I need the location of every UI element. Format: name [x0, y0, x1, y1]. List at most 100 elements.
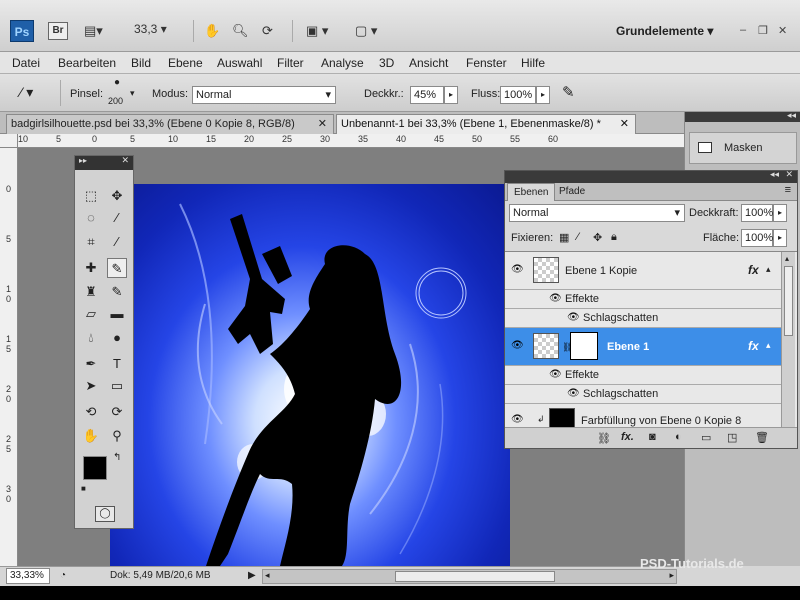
ruler-origin[interactable]: [0, 134, 18, 148]
visibility-eye-icon[interactable]: 👁︎: [549, 293, 562, 304]
scrollbar-thumb[interactable]: [395, 571, 555, 582]
layer-row-ebene-1-kopie[interactable]: 👁︎ Ebene 1 Kopie fx ▴: [505, 252, 781, 290]
healing-brush-tool-icon[interactable]: ✚: [81, 258, 101, 278]
scroll-up-icon[interactable]: ▴: [785, 254, 789, 263]
close-icon[interactable]: ✕: [785, 169, 793, 180]
swap-colors-icon[interactable]: ↰: [113, 452, 121, 463]
restore-button[interactable]: ❐: [758, 24, 768, 37]
marquee-tool-icon[interactable]: ⬚: [81, 186, 101, 206]
scroll-left-icon[interactable]: ◂: [265, 570, 270, 581]
close-window-button[interactable]: ✕: [778, 24, 787, 37]
visibility-eye-icon[interactable]: 👁︎: [567, 388, 580, 399]
visibility-eye-icon[interactable]: 👁︎: [511, 340, 524, 351]
eraser-tool-icon[interactable]: ▱: [81, 304, 101, 324]
tab-ebenen[interactable]: Ebenen: [507, 183, 556, 201]
foreground-color-swatch[interactable]: [83, 456, 107, 480]
horizontal-ruler[interactable]: 10 5 0 5 10 15 20 25 30 35 40 45 50 55 6…: [18, 134, 684, 148]
magic-wand-tool-icon[interactable]: ⁄: [107, 208, 127, 228]
blur-tool-icon[interactable]: 💧︎: [81, 328, 101, 348]
trash-icon[interactable]: 🗑︎: [755, 431, 769, 444]
fill-input[interactable]: 100%: [741, 229, 773, 247]
rotate-view-icon[interactable]: ⟳: [262, 22, 273, 40]
expand-dock-icon[interactable]: ◂◂: [787, 110, 796, 121]
masks-panel-button[interactable]: Masken: [689, 132, 797, 164]
arrange-documents-icon[interactable]: ▣ ▾: [306, 22, 328, 40]
opacity-input[interactable]: 45%: [410, 86, 444, 104]
default-colors-icon[interactable]: ■: [81, 484, 86, 493]
effect-row-drop-shadow[interactable]: 👁︎ Schlagschatten: [505, 385, 781, 404]
mode-select[interactable]: Normal ▾: [192, 86, 336, 104]
document-image[interactable]: [110, 184, 510, 566]
effects-row[interactable]: 👁︎ Effekte: [505, 366, 781, 385]
layer-mask-thumbnail[interactable]: [570, 332, 598, 360]
screen-mode-icon[interactable]: ▢ ▾: [355, 22, 377, 40]
layers-panel-header[interactable]: ◂◂ ✕: [505, 169, 797, 183]
add-layer-style-button[interactable]: fx.: [621, 431, 634, 443]
flow-slider-button[interactable]: ▸: [536, 86, 550, 104]
rectangle-tool-icon[interactable]: ▭: [107, 376, 127, 396]
opacity-slider-button[interactable]: ▸: [773, 204, 787, 222]
close-icon[interactable]: ✕: [620, 115, 629, 133]
lock-transparency-icon[interactable]: ▦: [559, 231, 569, 244]
airbrush-icon[interactable]: ✎: [562, 83, 575, 101]
brush-tool-preset-icon[interactable]: ⁄ ▾: [20, 84, 33, 101]
gradient-tool-icon[interactable]: ▬: [107, 304, 127, 324]
brush-preview-icon[interactable]: ●: [110, 77, 124, 88]
panel-menu-icon[interactable]: ≡: [785, 184, 791, 196]
lock-pixels-icon[interactable]: ⁄: [577, 231, 579, 243]
close-icon[interactable]: ✕: [121, 155, 129, 166]
layer-row-ebene-1[interactable]: 👁︎ ⛓ Ebene 1 fx ▴: [505, 328, 781, 366]
link-layers-icon[interactable]: ⛓: [597, 432, 611, 445]
hand-tool-icon[interactable]: ✋: [204, 22, 220, 40]
tab-pfade[interactable]: Pfade: [553, 183, 591, 201]
3d-rotate-tool-icon[interactable]: ⟲: [81, 402, 101, 422]
type-tool-icon[interactable]: T: [107, 354, 127, 374]
dodge-tool-icon[interactable]: ●: [107, 328, 127, 348]
move-tool-icon[interactable]: ✥: [107, 186, 127, 206]
status-menu-arrow-icon[interactable]: ▶: [248, 570, 256, 581]
scrollbar-thumb[interactable]: [784, 266, 793, 336]
tab-badgirlsilhouette[interactable]: badgirlsilhouette.psd bei 33,3% (Ebene 0…: [6, 114, 334, 134]
menu-3d[interactable]: 3D: [379, 56, 394, 70]
eyedropper-tool-icon[interactable]: ⁄: [107, 232, 127, 252]
effects-row[interactable]: 👁︎ Effekte: [505, 290, 781, 309]
tools-panel-header[interactable]: ▸▸ ✕: [75, 155, 133, 170]
menu-fenster[interactable]: Fenster: [466, 56, 507, 70]
menu-datei[interactable]: Datei: [12, 56, 40, 70]
adjustment-layer-icon[interactable]: ◐: [675, 431, 682, 443]
opacity-slider-button[interactable]: ▸: [444, 86, 458, 104]
zoom-tool-icon[interactable]: ⚲: [107, 426, 127, 446]
blend-mode-select[interactable]: Normal ▾: [509, 204, 685, 222]
fx-icon[interactable]: fx: [748, 263, 759, 277]
menu-ansicht[interactable]: Ansicht: [409, 56, 448, 70]
crop-tool-icon[interactable]: ⌗: [81, 232, 101, 252]
menu-auswahl[interactable]: Auswahl: [217, 56, 262, 70]
menu-hilfe[interactable]: Hilfe: [521, 56, 545, 70]
brush-tool-icon[interactable]: ✎: [107, 258, 127, 278]
flow-input[interactable]: 100%: [500, 86, 536, 104]
3d-orbit-tool-icon[interactable]: ⟳: [107, 402, 127, 422]
fx-icon[interactable]: fx: [748, 339, 759, 353]
quick-mask-icon[interactable]: ◯: [95, 506, 115, 522]
layer-row-farbfuellung[interactable]: 👁︎ ↲ Farbfüllung von Ebene 0 Kopie 8: [505, 404, 781, 427]
status-info-icon[interactable]: ◔: [60, 570, 66, 581]
zoom-level-dropdown[interactable]: 33,3 ▾: [134, 22, 167, 36]
visibility-eye-icon[interactable]: 👁︎: [549, 369, 562, 380]
tab-unbenannt-1[interactable]: Unbenannt-1 bei 33,3% (Ebene 1, Ebenenma…: [336, 114, 636, 134]
new-group-icon[interactable]: ▭: [701, 431, 711, 444]
new-layer-icon[interactable]: ◳: [727, 431, 737, 444]
add-mask-icon[interactable]: ◙: [649, 431, 656, 443]
minimize-button[interactable]: –: [740, 24, 746, 36]
menu-bearbeiten[interactable]: Bearbeiten: [58, 56, 116, 70]
collapse-panel-icon[interactable]: ◂◂: [770, 169, 779, 180]
lock-position-icon[interactable]: ✥: [593, 231, 602, 244]
lock-all-icon[interactable]: 🔒︎: [611, 231, 617, 244]
bridge-button[interactable]: Br: [48, 22, 68, 40]
visibility-eye-icon[interactable]: 👁︎: [511, 264, 524, 275]
layer-opacity-input[interactable]: 100%: [741, 204, 773, 222]
expand-effects-icon[interactable]: ▴: [766, 264, 771, 275]
history-brush-tool-icon[interactable]: ✎: [107, 282, 127, 302]
expand-effects-icon[interactable]: ▴: [766, 340, 771, 351]
effect-row-drop-shadow[interactable]: 👁︎ Schlagschatten: [505, 309, 781, 328]
horizontal-scrollbar[interactable]: ◂ ▸: [262, 569, 677, 584]
